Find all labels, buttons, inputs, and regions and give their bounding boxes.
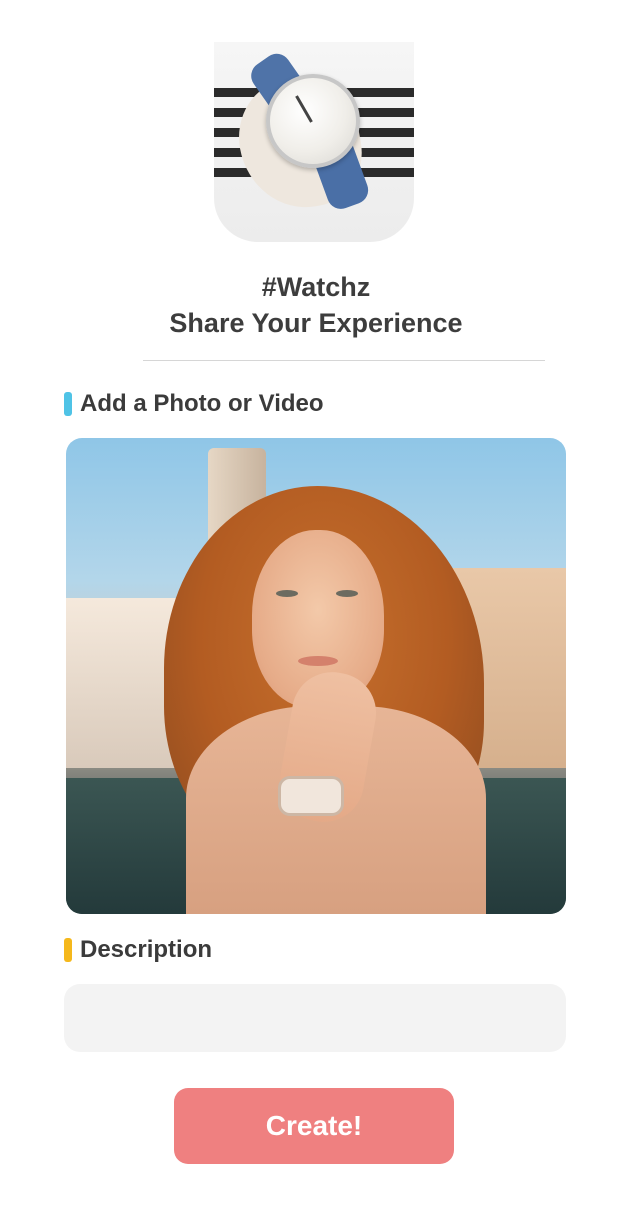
watch-face xyxy=(266,74,360,168)
background-building-left xyxy=(66,598,176,768)
subject-lips xyxy=(298,656,338,666)
description-section-header: Description xyxy=(64,936,212,964)
description-input[interactable] xyxy=(64,984,566,1052)
description-section-label: Description xyxy=(80,936,213,963)
subject-eye xyxy=(276,590,298,597)
media-accent-bar xyxy=(64,392,72,416)
media-upload-preview[interactable] xyxy=(66,438,566,914)
media-section-header: Add a Photo or Video xyxy=(64,390,324,418)
product-hero-image xyxy=(214,42,414,242)
subject-eye xyxy=(336,590,358,597)
page-subtitle: Share Your Experience xyxy=(169,308,463,338)
subject-wrist-watch xyxy=(278,776,344,816)
header-divider xyxy=(143,360,545,361)
description-accent-bar xyxy=(64,938,72,962)
brand-title: #Watchz xyxy=(261,272,371,302)
create-button[interactable]: Create! xyxy=(174,1088,454,1164)
media-section-label: Add a Photo or Video xyxy=(80,390,324,417)
